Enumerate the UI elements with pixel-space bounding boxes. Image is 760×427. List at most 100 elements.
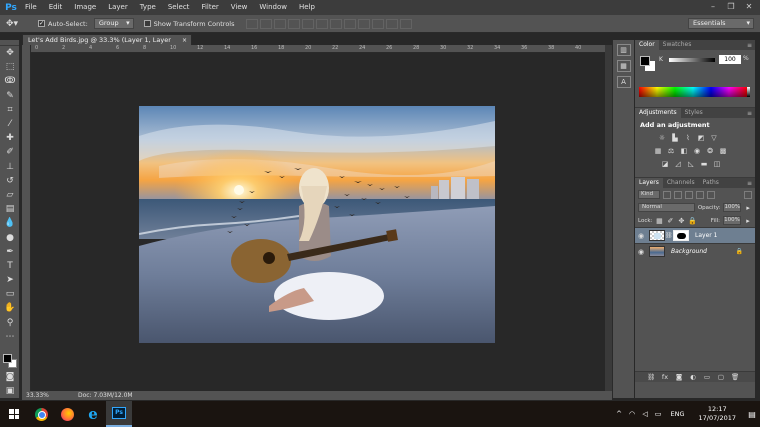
delete-layer-icon[interactable]: 🗑 xyxy=(731,373,739,381)
hue-saturation-icon[interactable]: ▦ xyxy=(653,147,663,156)
hand-tool-icon[interactable]: ✋ xyxy=(0,301,20,315)
posterize-icon[interactable]: ◿ xyxy=(673,160,683,169)
speaker-icon[interactable]: ◁ xyxy=(640,410,651,418)
auto-select-checkbox[interactable]: ✓ Auto-Select: xyxy=(38,20,88,28)
vibrance-icon[interactable]: ▽ xyxy=(709,134,719,143)
color-lookup-icon[interactable]: ▩ xyxy=(718,147,728,156)
screen-mode-icon[interactable]: ▣ xyxy=(0,384,20,398)
dodge-tool-icon[interactable]: ● xyxy=(0,230,20,244)
levels-icon[interactable]: ▙ xyxy=(670,134,680,143)
distribute-left-icon[interactable] xyxy=(371,18,384,29)
color-channel-slider[interactable] xyxy=(669,58,715,62)
add-mask-icon[interactable]: ◙ xyxy=(675,373,683,381)
healing-brush-tool-icon[interactable]: ✚ xyxy=(0,131,20,145)
invert-icon[interactable]: ◪ xyxy=(660,160,670,169)
minimize-icon[interactable]: – xyxy=(704,0,722,13)
marquee-tool-icon[interactable]: ⬚ xyxy=(0,60,20,74)
clone-stamp-tool-icon[interactable]: ⊥ xyxy=(0,160,20,174)
layer-row-background[interactable]: ◉ Background 🔒 xyxy=(635,243,755,259)
panel-menu-icon[interactable]: ≡ xyxy=(747,42,752,49)
quick-select-tool-icon[interactable]: ✎ xyxy=(0,89,20,103)
curves-icon[interactable]: ⌇ xyxy=(683,134,693,143)
notifications-icon[interactable]: ▤ xyxy=(744,410,760,419)
crop-tool-icon[interactable]: ⌗ xyxy=(0,103,20,117)
tab-swatches[interactable]: Swatches xyxy=(659,40,696,50)
battery-icon[interactable]: ▭ xyxy=(653,410,664,418)
link-layers-icon[interactable]: ⛓ xyxy=(647,373,655,381)
tab-adjustments[interactable]: Adjustments xyxy=(635,108,681,118)
align-right-icon[interactable] xyxy=(315,18,328,29)
channel-mixer-icon[interactable]: ❂ xyxy=(705,147,715,156)
eyedropper-tool-icon[interactable]: ⁄ xyxy=(0,117,20,131)
blur-tool-icon[interactable]: 💧 xyxy=(0,216,20,230)
menu-type[interactable]: Type xyxy=(134,0,162,15)
auto-select-dropdown[interactable]: Group xyxy=(93,18,134,29)
language-indicator[interactable]: ENG xyxy=(671,410,685,418)
tab-styles[interactable]: Styles xyxy=(681,108,707,118)
fill-field[interactable]: 100% xyxy=(723,216,741,225)
document-tab[interactable]: Let's Add Birds.jpg @ 33.3% (Layer 1, La… xyxy=(22,34,192,55)
move-tool-icon[interactable]: ✥ xyxy=(0,46,20,60)
color-spectrum-ramp[interactable] xyxy=(639,87,747,97)
lock-image-icon[interactable]: ✐ xyxy=(666,217,674,225)
grayscale-ramp[interactable] xyxy=(747,87,750,97)
distribute-vcenter-icon[interactable] xyxy=(343,18,356,29)
lasso-tool-icon[interactable]: ↂ xyxy=(0,74,20,88)
workspace-dropdown[interactable]: Essentials xyxy=(688,18,754,29)
layer-name[interactable]: Background xyxy=(671,248,707,255)
filter-type-icon[interactable] xyxy=(685,190,693,199)
filter-toggle-icon[interactable] xyxy=(744,190,752,199)
taskbar-firefox[interactable] xyxy=(54,401,80,427)
distribute-hcenter-icon[interactable] xyxy=(385,18,398,29)
lock-all-icon[interactable]: 🔒 xyxy=(688,217,697,225)
tab-layers[interactable]: Layers xyxy=(635,178,663,188)
filter-pixel-icon[interactable] xyxy=(663,190,671,199)
quick-mask-icon[interactable]: ◙ xyxy=(0,370,20,384)
show-hidden-icons-icon[interactable]: ^ xyxy=(614,410,625,418)
taskbar-photoshop[interactable]: Ps xyxy=(106,401,132,427)
brightness-contrast-icon[interactable]: ☼ xyxy=(657,134,667,143)
opacity-field[interactable]: 100% xyxy=(723,203,742,212)
clock[interactable]: 12:17 17/07/2017 xyxy=(699,405,736,423)
character-panel-icon[interactable]: A xyxy=(616,76,631,88)
selective-color-icon[interactable]: ◫ xyxy=(712,160,722,169)
menu-file[interactable]: File xyxy=(19,0,43,15)
lock-transparent-icon[interactable]: ▦ xyxy=(655,217,663,225)
menu-filter[interactable]: Filter xyxy=(195,0,224,15)
tab-paths[interactable]: Paths xyxy=(699,178,723,188)
history-panel-icon[interactable]: ▥ xyxy=(616,44,631,56)
align-left-icon[interactable] xyxy=(287,18,300,29)
wifi-icon[interactable]: ◠ xyxy=(627,410,638,418)
menu-view[interactable]: View xyxy=(225,0,254,15)
blend-mode-dropdown[interactable]: Normal xyxy=(638,203,695,212)
align-vcenter-icon[interactable] xyxy=(259,18,272,29)
layer-thumbnail[interactable] xyxy=(649,230,665,241)
threshold-icon[interactable]: ◺ xyxy=(686,160,696,169)
eraser-tool-icon[interactable]: ▱ xyxy=(0,188,20,202)
menu-layer[interactable]: Layer xyxy=(102,0,134,15)
new-layer-icon[interactable]: ▢ xyxy=(717,373,725,381)
brush-tool-icon[interactable]: ✐ xyxy=(0,145,20,159)
panel-menu-icon[interactable]: ≡ xyxy=(747,110,752,117)
taskbar-chrome[interactable] xyxy=(28,401,54,427)
filter-adjustment-icon[interactable] xyxy=(674,190,682,199)
visibility-eye-icon[interactable]: ◉ xyxy=(635,232,647,240)
opacity-slider-icon[interactable]: ▸ xyxy=(744,204,752,212)
layer-mask-thumbnail[interactable] xyxy=(673,230,689,241)
visibility-eye-icon[interactable]: ◉ xyxy=(635,248,647,256)
fill-slider-icon[interactable]: ▸ xyxy=(744,217,752,225)
menu-select[interactable]: Select xyxy=(162,0,196,15)
gradient-tool-icon[interactable]: ▤ xyxy=(0,202,20,216)
show-transform-controls-checkbox[interactable]: Show Transform Controls xyxy=(143,20,235,28)
menu-help[interactable]: Help xyxy=(293,0,321,15)
shape-tool-icon[interactable]: ▭ xyxy=(0,287,20,301)
color-channel-value[interactable]: 100 xyxy=(719,55,741,64)
menu-edit[interactable]: Edit xyxy=(43,0,69,15)
menu-window[interactable]: Window xyxy=(253,0,293,15)
new-adjustment-layer-icon[interactable]: ◐ xyxy=(689,373,697,381)
maximize-icon[interactable]: ❐ xyxy=(722,0,740,13)
filter-shape-icon[interactable] xyxy=(696,190,704,199)
more-tools-icon[interactable]: ⋯ xyxy=(0,330,20,344)
close-icon[interactable]: ✕ xyxy=(740,0,758,13)
filter-smart-object-icon[interactable] xyxy=(707,190,715,199)
